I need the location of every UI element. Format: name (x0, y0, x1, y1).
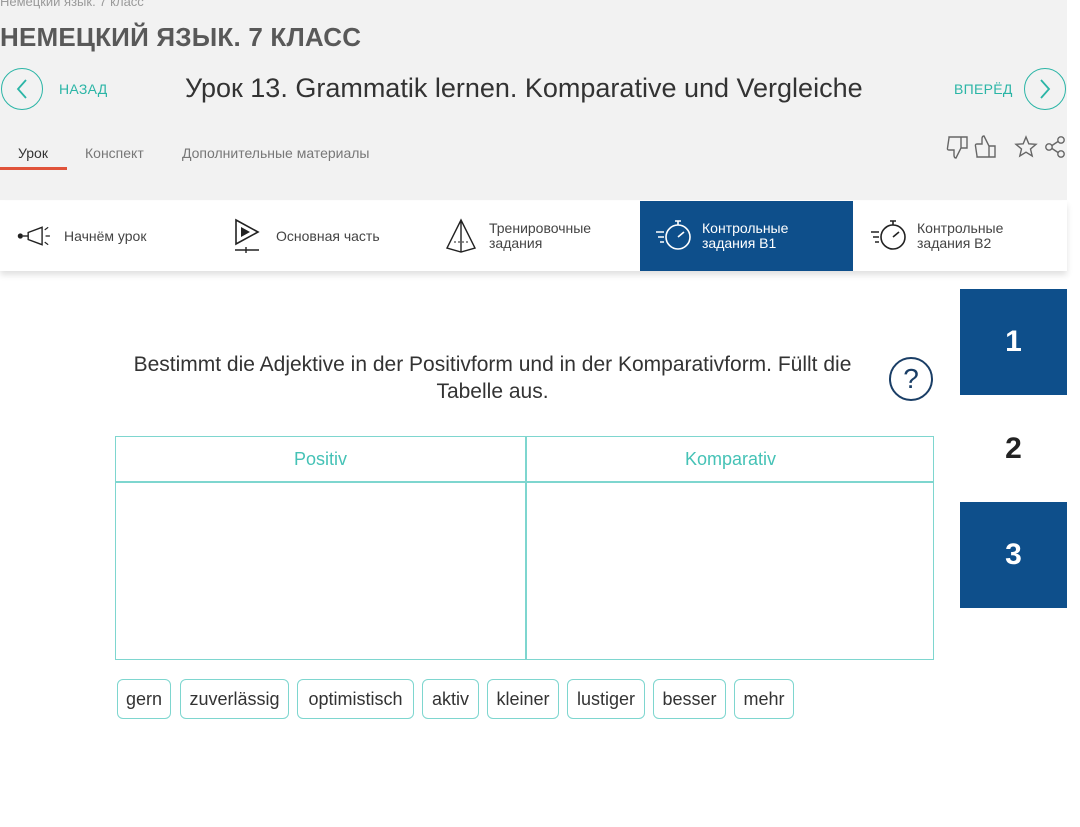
step-main-part[interactable]: Основная часть (213, 201, 426, 271)
sorting-table: Positiv Komparativ (115, 436, 934, 660)
column-header-komparativ: Komparativ (684, 448, 777, 469)
step-label: Контрольные задания В1 (702, 220, 789, 251)
step-label: Основная часть (276, 227, 380, 244)
chevron-right-icon (1040, 79, 1051, 99)
step-control-b1[interactable]: Контрольные задания В1 (640, 201, 853, 271)
favorite-button[interactable] (1012, 132, 1040, 162)
breadcrumb[interactable]: Немецкий язык. 7 класс (0, 0, 144, 9)
step-label: Начнём урок (64, 227, 147, 244)
task-number-nav: 1 2 3 (960, 289, 1067, 609)
word-chip[interactable]: besser (653, 679, 726, 719)
tab-extra-materials[interactable]: Дополнительные материалы (182, 145, 369, 161)
next-label[interactable]: ВПЕРЁД (954, 81, 1013, 97)
course-title: НЕМЕЦКИЙ ЯЗЫК. 7 КЛАСС (0, 22, 362, 52)
help-button[interactable]: ? (889, 357, 933, 401)
column-header-positiv: Positiv (293, 448, 347, 469)
star-icon (1014, 135, 1038, 158)
megaphone-icon (16, 216, 56, 256)
share-icon (1045, 136, 1065, 158)
share-button[interactable] (1044, 132, 1066, 162)
word-chip[interactable]: lustiger (567, 679, 645, 719)
stopwatch-icon (654, 216, 694, 256)
task-instruction: Bestimmt die Adjektive in der Positivfor… (133, 353, 852, 403)
question-icon: ? (903, 363, 919, 394)
word-chip[interactable]: kleiner (487, 679, 559, 719)
next-button[interactable] (1024, 68, 1066, 110)
tab-notes[interactable]: Конспект (85, 145, 144, 161)
step-label: Тренировочные задания (489, 220, 592, 251)
pyramid-icon (441, 216, 481, 256)
step-control-b2[interactable]: Контрольные задания В2 (853, 201, 1067, 271)
step-start-lesson[interactable]: Начнём урок (0, 201, 213, 271)
stopwatch-icon (869, 216, 909, 256)
step-label: Контрольные задания В2 (917, 220, 1004, 251)
play-icon (228, 216, 268, 256)
task-number-1[interactable]: 1 (960, 289, 1067, 395)
prev-button[interactable] (1, 68, 43, 110)
word-chip[interactable]: gern (117, 679, 171, 719)
task-number-2[interactable]: 2 (960, 396, 1067, 502)
lesson-actions (944, 132, 1067, 164)
task-area: Bestimmt die Adjektive in der Positivfor… (0, 289, 960, 827)
prev-label[interactable]: НАЗАД (59, 81, 108, 97)
task-number-3[interactable]: 3 (960, 502, 1067, 608)
header-area: Немецкий язык. 7 класс НЕМЕЦКИЙ ЯЗЫК. 7 … (0, 0, 1067, 200)
active-tab-underline (0, 167, 67, 170)
dislike-icon (946, 136, 968, 159)
lesson-steps: Начнём урок Основная часть Тренировочные… (0, 201, 1067, 271)
word-bank: gern zuverlässig optimistisch aktiv klei… (117, 679, 917, 719)
dislike-button[interactable] (944, 132, 972, 162)
lesson-title: Урок 13. Grammatik lernen. Komparative u… (185, 73, 863, 103)
word-chip[interactable]: optimistisch (297, 679, 414, 719)
word-chip[interactable]: aktiv (422, 679, 479, 719)
like-icon (974, 135, 996, 158)
lesson-tabs: Урок Конспект Дополнительные материалы (0, 140, 600, 172)
word-chip[interactable]: mehr (734, 679, 794, 719)
word-chip[interactable]: zuverlässig (180, 679, 289, 719)
drop-zone-komparativ[interactable] (527, 483, 933, 659)
chevron-left-icon (16, 79, 27, 99)
drop-zone-positiv[interactable] (116, 483, 525, 659)
step-practice[interactable]: Тренировочные задания (426, 201, 640, 271)
tab-lesson[interactable]: Урок (18, 145, 48, 161)
like-button[interactable] (972, 132, 1000, 162)
